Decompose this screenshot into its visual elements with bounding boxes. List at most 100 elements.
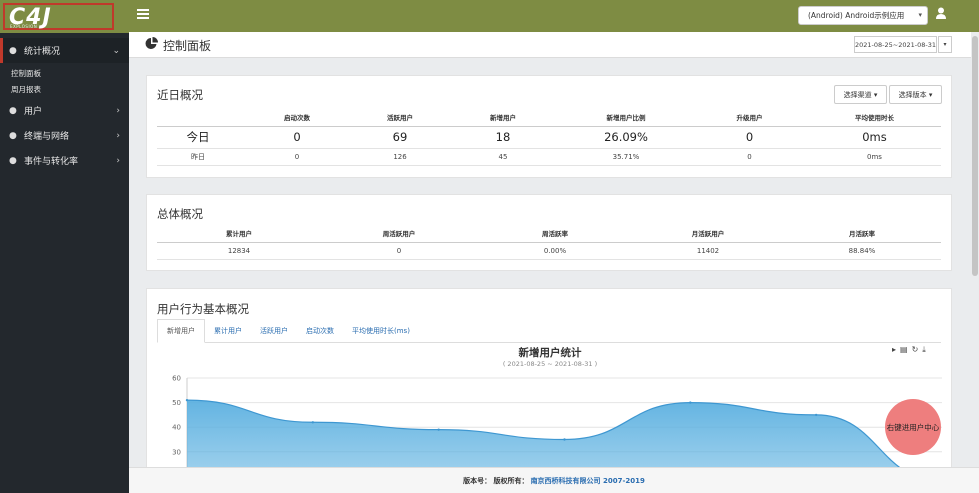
sidebar-subitem-dashboard[interactable]: 控制面板 <box>11 68 41 79</box>
panel-title: 近日概况 <box>157 88 203 102</box>
app-select[interactable]: (Android) Android示例应用 ▾ <box>798 6 928 25</box>
sidebar-item-label: 用户 <box>24 107 43 117</box>
panel-title: 用户行为基本概况 <box>157 302 249 316</box>
chevron-right-icon: › <box>116 155 120 166</box>
tab-avg-duration[interactable]: 平均使用时长(ms) <box>343 319 419 343</box>
data-view-icon[interactable]: ▤ <box>900 345 908 355</box>
table-cell: 69 <box>355 126 445 149</box>
data-point[interactable] <box>437 428 440 431</box>
recent-overview-panel: 近日概况 选择渠道 ▾ 选择版本 ▾ 启动次数 活跃用户 新增用户 新增用户比例… <box>146 75 952 178</box>
column-header: 周活跃率 <box>477 225 633 243</box>
table-cell: 0ms <box>808 126 941 149</box>
sidebar-subitem-reports[interactable]: 周月报表 <box>11 84 41 95</box>
sidebar-item-label: 统计概况 <box>24 47 61 57</box>
footer-label: 版本号： 版权所有： <box>463 476 529 485</box>
y-tick-label: 40 <box>172 424 181 432</box>
column-header: 月活跃用户 <box>633 225 783 243</box>
menu-toggle-icon[interactable] <box>137 7 149 21</box>
row-label: 昨日 <box>157 148 239 166</box>
dashboard-icon: ● <box>9 130 17 141</box>
sidebar-item-overview[interactable]: ● 统计概况 ⌄ <box>0 38 129 63</box>
logo-subtext: EXPLOSION <box>10 24 38 29</box>
user-center-float-button[interactable]: 右键进用户中心 <box>885 399 941 455</box>
table-header-row: 启动次数 活跃用户 新增用户 新增用户比例 升级用户 平均使用时长 <box>157 109 941 127</box>
scrollbar-thumb[interactable] <box>972 36 978 276</box>
recent-table: 启动次数 活跃用户 新增用户 新增用户比例 升级用户 平均使用时长 今日 0 6… <box>157 109 941 166</box>
sidebar: C4J EXPLOSION ● 统计概况 ⌄ 控制面板 周月报表 ● 用户 › … <box>0 0 129 493</box>
table-cell: 0 <box>691 126 808 149</box>
tab-active-users[interactable]: 活跃用户 <box>251 319 297 343</box>
column-header: 周活跃用户 <box>321 225 477 243</box>
dashboard-icon: ● <box>9 105 17 116</box>
page-title: 控制面板 <box>163 39 212 53</box>
table-row: 12834 0 0.00% 11402 88.84% <box>157 242 941 260</box>
column-header: 平均使用时长 <box>808 109 941 127</box>
y-tick-label: 50 <box>172 399 181 407</box>
app-select-value: (Android) Android示例应用 <box>808 11 905 20</box>
new-users-chart: 30 40 50 60 <box>172 375 942 468</box>
user-icon[interactable] <box>936 7 946 20</box>
top-bar: (Android) Android示例应用 ▾ <box>129 0 979 32</box>
table-cell: 0 <box>239 126 355 149</box>
pie-chart-icon <box>145 37 158 49</box>
download-icon[interactable]: ⤓ <box>922 345 926 355</box>
data-point[interactable] <box>689 401 692 404</box>
column-header: 月活跃率 <box>783 225 941 243</box>
date-range-picker[interactable]: 2021-08-25~2021-08-31 <box>854 36 937 53</box>
tab-launch-count[interactable]: 启动次数 <box>297 319 343 343</box>
sidebar-item-terminal-network[interactable]: ● 终端与网络 › <box>0 123 129 148</box>
table-header-row: 累计用户 周活跃用户 周活跃率 月活跃用户 月活跃率 <box>157 225 941 243</box>
tab-total-users[interactable]: 累计用户 <box>205 319 251 343</box>
dashboard-icon: ● <box>9 45 17 56</box>
table-cell: 35.71% <box>561 148 691 166</box>
panel-title: 总体概况 <box>157 207 203 221</box>
data-point[interactable] <box>814 413 818 417</box>
column-header <box>157 109 239 127</box>
logo-area: C4J EXPLOSION <box>0 0 129 33</box>
date-range-dropdown[interactable]: ▾ <box>938 36 952 53</box>
table-cell: 0 <box>239 148 355 166</box>
select-channel-button[interactable]: 选择渠道 ▾ <box>834 85 887 104</box>
chevron-right-icon: › <box>116 130 120 141</box>
series-area <box>187 400 901 468</box>
footer: 版本号： 版权所有： 南京西桥科技有限公司 2007-2019 <box>129 467 979 493</box>
table-cell: 0.00% <box>477 242 633 260</box>
page-header: 控制面板 2021-08-25~2021-08-31 ▾ <box>129 32 979 58</box>
select-version-button[interactable]: 选择版本 ▾ <box>889 85 942 104</box>
chevron-right-icon: › <box>116 105 120 116</box>
row-label: 今日 <box>157 126 239 149</box>
data-point[interactable] <box>563 438 566 441</box>
footer-company-link[interactable]: 南京西桥科技有限公司 2007-2019 <box>531 476 645 486</box>
table-row: 昨日 0 126 45 35.71% 0 0ms <box>157 148 941 166</box>
table-cell: 0ms <box>808 148 941 166</box>
table-cell: 126 <box>355 148 445 166</box>
chart-type-icon[interactable]: ▸ <box>892 345 896 355</box>
table-cell: 88.84% <box>783 242 941 260</box>
y-tick-label: 60 <box>172 375 181 383</box>
tab-new-users[interactable]: 新增用户 <box>157 319 205 343</box>
sidebar-item-label: 事件与转化率 <box>24 157 79 167</box>
overall-table: 累计用户 周活跃用户 周活跃率 月活跃用户 月活跃率 12834 0 0.00%… <box>157 225 941 260</box>
column-header: 新增用户 <box>445 109 561 127</box>
sidebar-item-users[interactable]: ● 用户 › <box>0 98 129 123</box>
chart-toolbox: ▸ ▤ ↻ ⤓ <box>892 345 926 355</box>
scrollbar[interactable] <box>971 32 979 467</box>
table-cell: 0 <box>321 242 477 260</box>
column-header: 升级用户 <box>691 109 808 127</box>
table-cell: 45 <box>445 148 561 166</box>
sidebar-item-events[interactable]: ● 事件与转化率 › <box>0 148 129 173</box>
table-cell: 11402 <box>633 242 783 260</box>
chart-title: 新增用户统计 <box>518 347 582 359</box>
overall-overview-panel: 总体概况 累计用户 周活跃用户 周活跃率 月活跃用户 月活跃率 12834 0 … <box>146 194 952 271</box>
column-header: 活跃用户 <box>355 109 445 127</box>
chevron-down-icon: ▾ <box>918 11 922 19</box>
behavior-tabs: 新增用户 累计用户 活跃用户 启动次数 平均使用时长(ms) <box>157 319 941 343</box>
chart-subtitle: ( 2021-08-25 ~ 2021-08-31 ) <box>502 360 598 368</box>
data-point[interactable] <box>311 421 315 424</box>
table-cell: 0 <box>691 148 808 166</box>
table-row: 今日 0 69 18 26.09% 0 0ms <box>157 126 941 149</box>
refresh-icon[interactable]: ↻ <box>912 345 919 355</box>
table-cell: 18 <box>445 126 561 149</box>
data-point[interactable] <box>185 398 189 402</box>
logo[interactable]: C4J EXPLOSION <box>3 3 114 30</box>
